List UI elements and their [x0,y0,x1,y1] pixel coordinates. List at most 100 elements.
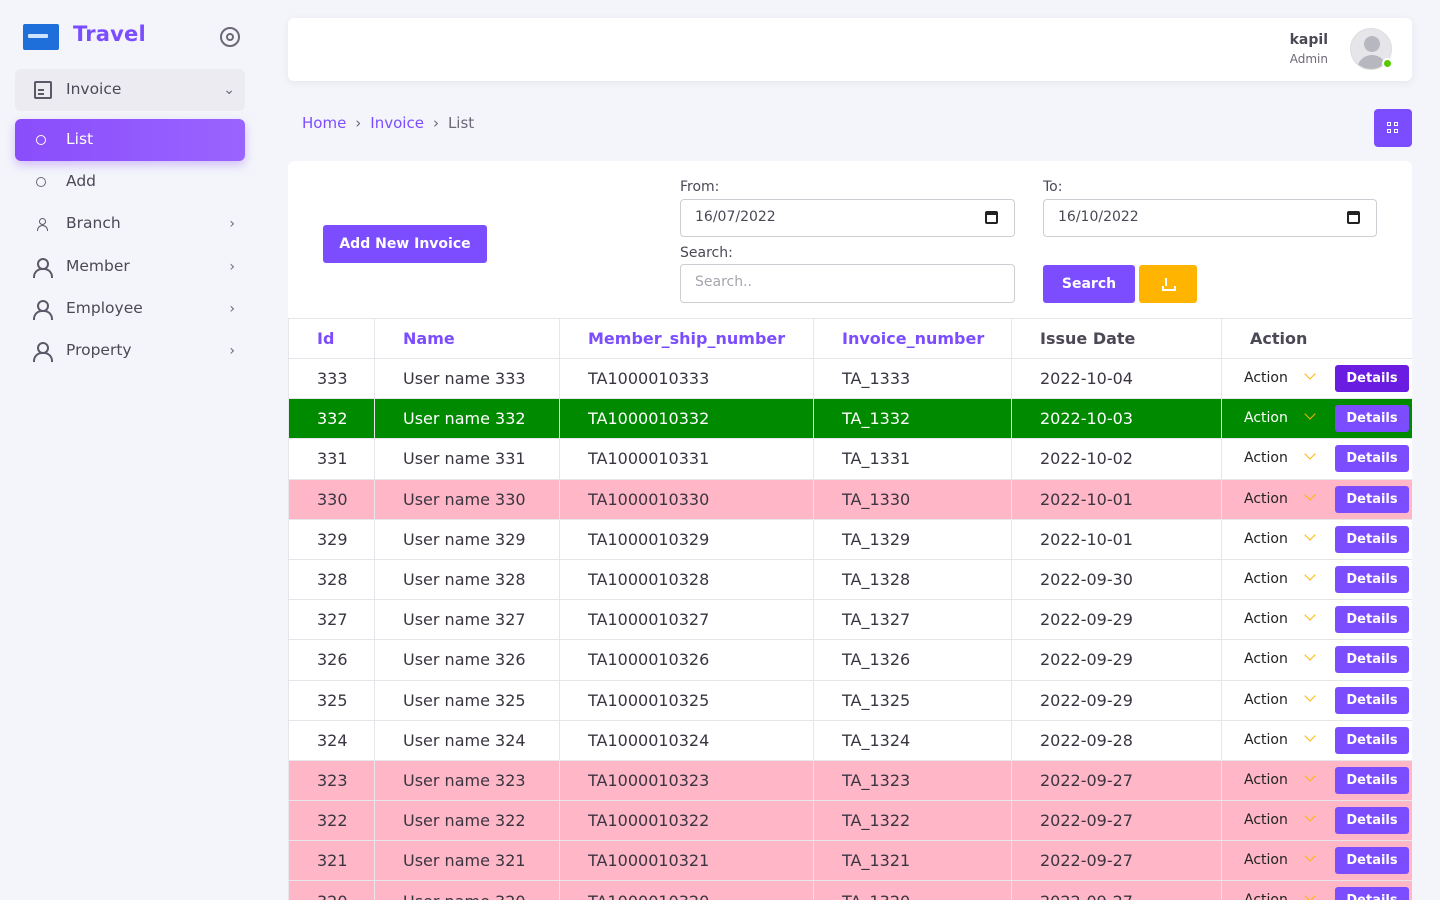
chevron-down-icon[interactable] [1304,649,1316,661]
details-button[interactable]: Details [1335,565,1409,593]
sidebar-toggle-icon[interactable] [220,27,240,47]
sidebar-item-list[interactable]: List [15,119,245,161]
sidebar-item-branch[interactable]: Branch › [15,203,245,245]
action-dropdown[interactable]: Action [1244,812,1288,828]
action-dropdown[interactable]: Action [1244,651,1288,667]
details-button[interactable]: Details [1335,606,1409,634]
add-new-invoice-button[interactable]: Add New Invoice [323,225,487,263]
cell-issue-date: 2022-10-04 [1011,357,1222,400]
brand-name: Travel [73,22,146,46]
chevron-down-icon[interactable] [1304,488,1316,501]
table-row[interactable]: 328 User name 328 TA1000010328 TA_1328 2022-… [288,558,1412,601]
cell-name: User name 322 [374,800,560,842]
action-dropdown[interactable]: Action [1244,491,1288,507]
cell-action: Action Details [1221,398,1412,440]
breadcrumb-home[interactable]: Home [302,114,346,132]
chevron-down-icon[interactable] [1304,408,1316,420]
download-button[interactable] [1139,265,1197,303]
cell-issue-date: 2022-10-02 [1011,438,1222,480]
to-date-field[interactable]: 16/10/2022 [1043,199,1377,237]
search-button[interactable]: Search [1043,265,1135,303]
chevron-down-icon[interactable] [1304,569,1316,581]
column-header-name[interactable]: Name [374,318,560,359]
calendar-icon[interactable] [985,211,998,224]
details-button[interactable]: Details [1335,485,1409,513]
action-dropdown[interactable]: Action [1244,571,1288,587]
search-input[interactable]: Search.. [680,264,1015,303]
details-button[interactable]: Details [1335,847,1409,875]
details-button[interactable]: Details [1335,405,1409,433]
action-dropdown[interactable]: Action [1244,772,1288,788]
chevron-down-icon[interactable] [1304,529,1316,541]
user-name: kapil [1289,32,1328,48]
sidebar-item-employee[interactable]: Employee › [15,288,245,330]
action-dropdown[interactable]: Action [1244,692,1288,708]
chevron-right-icon: › [229,301,235,317]
action-dropdown[interactable]: Action [1244,892,1288,900]
sidebar-item-invoice[interactable]: Invoice ⌄ [15,69,245,111]
table-row[interactable]: 329 User name 329 TA1000010329 TA_1329 2022-… [288,518,1412,560]
table-row[interactable]: 333 User name 333 TA1000010333 TA_1333 2022-… [288,357,1412,400]
details-button[interactable]: Details [1335,686,1409,714]
action-dropdown[interactable]: Action [1244,450,1288,466]
details-button[interactable]: Details [1335,525,1409,553]
cell-membership-number: TA1000010331 [559,438,814,480]
action-dropdown[interactable]: Action [1244,852,1288,868]
breadcrumb-invoice[interactable]: Invoice [370,114,424,132]
cell-id: 326 [288,639,375,681]
sidebar-item-member[interactable]: Member › [15,246,245,288]
table-row[interactable]: 324 User name 324 TA1000010324 TA_1324 2022-… [288,719,1412,761]
table-row[interactable]: 321 User name 321 TA1000010321 TA_1321 2022-… [288,840,1412,882]
chevron-right-icon: › [229,259,235,275]
grid-view-button[interactable] [1374,109,1412,147]
chevron-down-icon[interactable] [1304,368,1316,380]
cell-issue-date: 2022-10-03 [1011,398,1222,440]
chevron-down-icon[interactable] [1304,850,1316,862]
cell-invoice-number: TA_1321 [813,840,1012,882]
details-button[interactable]: Details [1335,807,1409,835]
details-button[interactable]: Details [1335,365,1409,392]
calendar-icon[interactable] [1347,211,1360,224]
table-row[interactable]: 326 User name 326 TA1000010326 TA_1326 2022-… [288,639,1412,681]
action-dropdown[interactable]: Action [1244,611,1288,627]
table-row[interactable]: 320User name 320TA1000010320TA_13202022-… [288,880,1412,900]
table-row[interactable]: 325 User name 325 TA1000010325 TA_1325 2022-… [288,679,1412,721]
chevron-down-icon[interactable] [1304,890,1316,900]
details-button[interactable]: Details [1335,445,1409,473]
column-header-membership[interactable]: Member_ship_number [559,318,814,359]
cell-action: Action Details [1221,800,1412,842]
action-dropdown[interactable]: Action [1244,410,1288,426]
details-button[interactable]: Details [1335,646,1409,674]
sidebar-item-add[interactable]: Add [15,161,245,203]
cell-invoice-number: TA_1324 [813,719,1012,761]
column-header-invoice[interactable]: Invoice_number [813,318,1012,359]
chevron-down-icon[interactable] [1304,609,1316,621]
details-button[interactable]: Details [1335,766,1409,794]
cell-invoice-number: TA_1333 [813,357,1012,400]
table-row[interactable]: 322 User name 322 TA1000010322 TA_1322 2022-… [288,800,1412,842]
action-dropdown[interactable]: Action [1244,531,1288,547]
from-date-field[interactable]: 16/07/2022 [680,199,1015,237]
action-dropdown[interactable]: Action [1244,370,1288,386]
cell-invoice-number: TA_1330 [813,478,1012,520]
sidebar-item-property[interactable]: Property › [15,330,245,372]
top-header: kapil Admin [288,18,1412,81]
chevron-down-icon[interactable] [1304,770,1316,782]
table-row[interactable]: 332 User name 332 TA1000010332 TA_1332 2022-… [288,398,1412,440]
cell-action: Action Details [1221,599,1412,641]
table-row[interactable]: 327 User name 327 TA1000010327 TA_1327 2022-… [288,599,1412,641]
table-header-row: Id Name Member_ship_number Invoice_numbe… [288,318,1412,359]
column-header-id[interactable]: Id [288,318,375,359]
chevron-down-icon[interactable] [1304,448,1316,461]
chevron-down-icon[interactable] [1304,730,1316,742]
table-row[interactable]: 330 User name 330 TA1000010330 TA_1330 2022-… [288,478,1412,520]
action-dropdown[interactable]: Action [1244,732,1288,748]
breadcrumb-separator-icon: › [432,114,439,132]
chevron-down-icon[interactable] [1304,810,1316,822]
cell-action: Action Details [1221,840,1412,882]
details-button[interactable]: Details [1335,726,1409,754]
chevron-down-icon[interactable] [1304,689,1316,702]
details-button[interactable]: Details [1335,887,1409,900]
table-row[interactable]: 331 User name 331 TA1000010331 TA_1331 2022-… [288,438,1412,480]
table-row[interactable]: 323 User name 323 TA1000010323 TA_1323 2022-… [288,759,1412,802]
